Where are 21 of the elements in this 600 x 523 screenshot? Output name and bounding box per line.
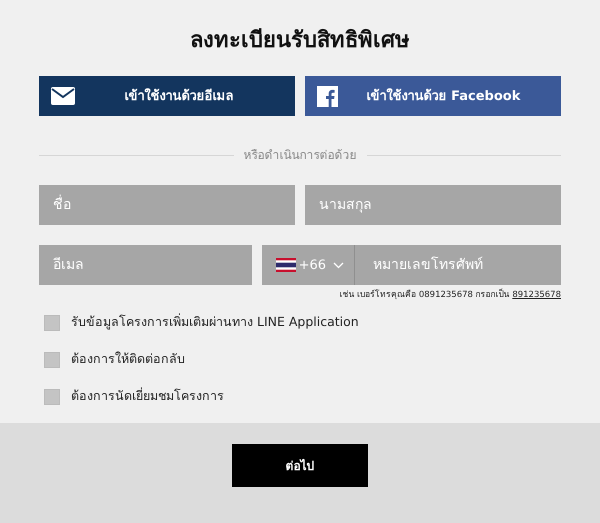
thailand-flag-icon [276,258,296,272]
next-button[interactable]: ต่อไป [232,444,368,487]
envelope-icon [51,87,75,106]
checkbox-label: รับข้อมูลโครงการเพิ่มเติมผ่านทาง LINE Application [71,313,359,332]
chevron-down-icon [333,262,344,269]
checkbox-label: ต้องการนัดเยี่ยมชมโครงการ [71,387,224,406]
phone-number-field[interactable]: หมายเลขโทรศัพท์ [355,245,561,286]
example-link[interactable]: 891235678 [512,290,561,300]
checkbox[interactable] [44,314,60,331]
email-field[interactable]: อีเมล [39,245,252,286]
first-name-field[interactable]: ชื่อ [39,185,295,226]
checkbox-label: ต้องการให้ติดต่อกลับ [71,350,185,368]
checkbox[interactable] [44,388,60,405]
last-name-field[interactable]: นามสกุล [305,185,561,226]
phone-hint: เช่น เบอร์โทรคุณคือ 0891235678 กรอกเป็น 891235678 [338,289,561,302]
email-login-button[interactable]: เข้าใช้งานด้วยอีเมล [39,76,295,116]
checkbox[interactable] [44,352,60,368]
divider-text: หรือดำเนินการต่อด้วย [242,147,358,164]
facebook-icon [317,86,338,107]
page-title: ลงทะเบียนรับสิทธิพิเศษ [189,28,411,54]
facebook-login-button[interactable]: เข้าใช้งานด้วย Facebook [305,76,561,116]
